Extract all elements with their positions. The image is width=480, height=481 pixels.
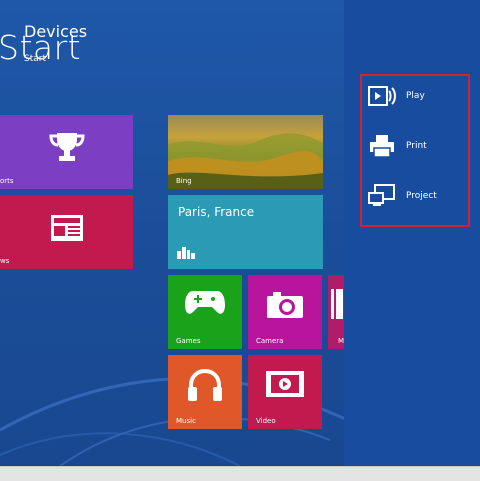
device-label: Play	[406, 91, 425, 101]
tile-label: Bing	[176, 177, 192, 185]
tile-news[interactable]: ws	[0, 195, 133, 269]
play-to-device-icon	[368, 83, 396, 109]
tile-bing[interactable]: Bing	[168, 115, 323, 189]
tile-label: ws	[0, 257, 10, 265]
tile-weather[interactable]: Paris, France	[168, 195, 323, 269]
device-item-print[interactable]: Print	[368, 129, 464, 163]
city-skyline-icon	[177, 244, 195, 263]
newspaper-icon	[0, 213, 133, 243]
charm-title: Devices	[24, 22, 88, 41]
tile-games[interactable]: Games	[168, 275, 242, 349]
device-item-project[interactable]: Project	[368, 179, 464, 213]
bottom-bar	[0, 466, 480, 481]
tile-camera[interactable]: Camera	[248, 275, 322, 349]
trophy-icon	[0, 129, 133, 165]
headphones-icon	[168, 367, 242, 403]
tile-label: Camera	[256, 337, 284, 345]
tile-maps[interactable]: M	[328, 275, 344, 349]
tile-label: Music	[176, 417, 196, 425]
device-label: Print	[406, 141, 427, 151]
tile-label: Video	[256, 417, 276, 425]
tile-sports[interactable]: orts	[0, 115, 133, 189]
charm-subtitle: Start	[24, 54, 46, 64]
weather-city: Paris, France	[178, 205, 255, 219]
video-icon	[248, 369, 322, 399]
tile-label: orts	[0, 177, 14, 185]
tile-label: Games	[176, 337, 201, 345]
device-item-play[interactable]: Play	[368, 79, 464, 113]
device-label: Project	[406, 191, 437, 201]
camera-icon	[248, 289, 322, 319]
printer-icon	[368, 133, 396, 159]
tile-music[interactable]: Music	[168, 355, 242, 429]
start-screen: Start orts ws Bing Paris, France Games C…	[0, 0, 480, 466]
map-icon	[331, 289, 343, 323]
devices-charm-pane	[344, 0, 480, 466]
gamepad-icon	[168, 289, 242, 317]
tile-video[interactable]: Video	[248, 355, 322, 429]
projector-screen-icon	[368, 183, 396, 209]
